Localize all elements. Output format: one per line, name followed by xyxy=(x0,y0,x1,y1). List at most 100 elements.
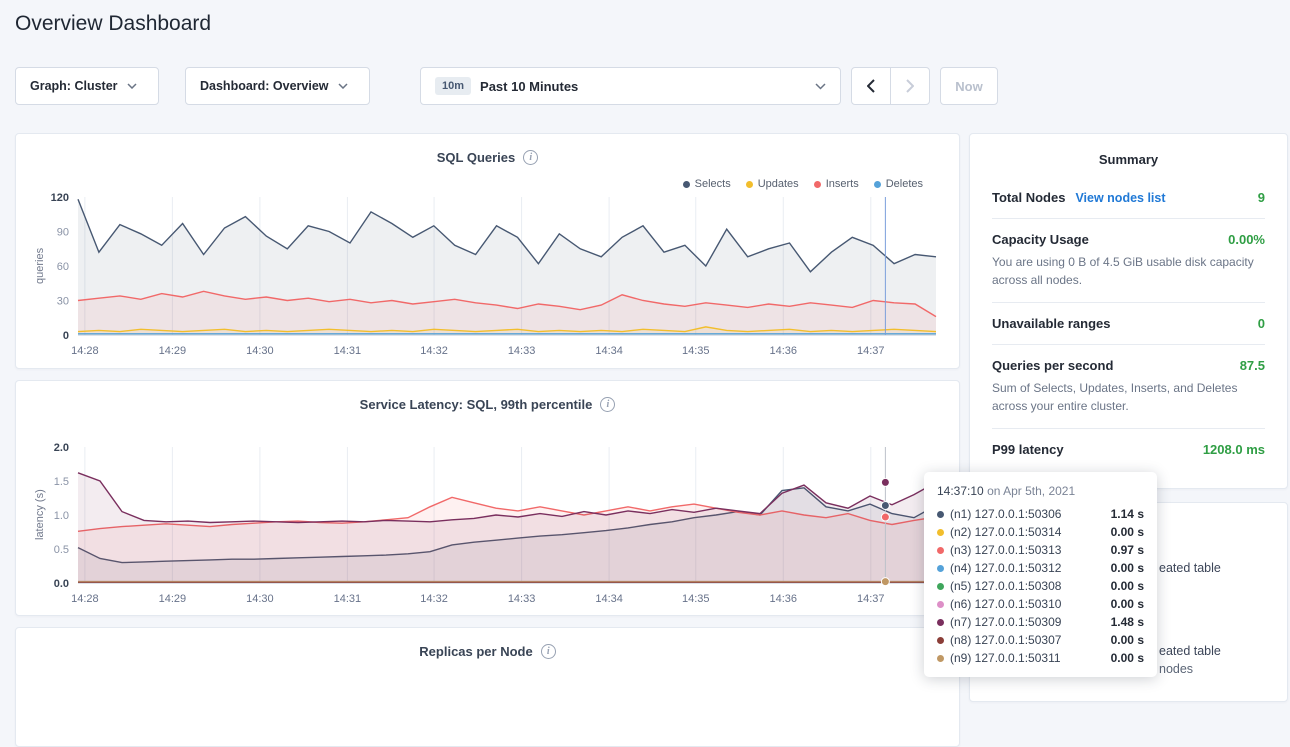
x-tick-label: 14:28 xyxy=(71,593,99,605)
service-latency-plot[interactable]: 14:2814:2914:3014:3114:3214:3314:3414:35… xyxy=(26,441,946,616)
y-tick-label: 60 xyxy=(57,261,69,273)
x-tick-label: 14:29 xyxy=(159,345,187,357)
tooltip-node-value: 0.00 s xyxy=(1111,579,1144,593)
summary-value: 0 xyxy=(1258,316,1265,331)
info-icon[interactable]: i xyxy=(541,644,556,659)
x-tick-label: 14:28 xyxy=(71,345,99,357)
legend-item[interactable]: Inserts xyxy=(814,178,859,190)
x-tick-label: 14:35 xyxy=(682,345,710,357)
dashboard-dropdown-label: Dashboard: Overview xyxy=(200,79,329,93)
event-item-text[interactable]: eated table xyxy=(1159,644,1221,658)
node-color-dot xyxy=(937,565,944,572)
summary-description: Sum of Selects, Updates, Inserts, and De… xyxy=(992,379,1265,415)
tooltip-node-value: 0.00 s xyxy=(1111,597,1144,611)
y-tick-label: 0.0 xyxy=(54,578,69,590)
legend-item[interactable]: Updates xyxy=(746,178,799,190)
tooltip-node-name: (n1) 127.0.0.1:50306 xyxy=(950,507,1061,521)
replicas-chart-card: Replicas per Node i xyxy=(15,627,960,747)
legend-label: Deletes xyxy=(886,178,923,190)
x-tick-label: 14:31 xyxy=(334,593,362,605)
prev-range-button[interactable] xyxy=(851,67,891,105)
summary-value: 1208.0 ms xyxy=(1203,442,1265,457)
y-tick-label: 0 xyxy=(63,330,69,342)
now-button[interactable]: Now xyxy=(940,67,998,105)
legend-label: Inserts xyxy=(826,178,859,190)
tooltip-row: (n3) 127.0.0.1:50313 0.97 s xyxy=(937,541,1144,559)
tooltip-node-value: 0.00 s xyxy=(1111,651,1144,665)
chart-hover-tooltip: 14:37:10 on Apr 5th, 2021 (n1) 127.0.0.1… xyxy=(924,472,1157,677)
tooltip-node-name: (n9) 127.0.0.1:50311 xyxy=(950,651,1061,665)
hover-marker xyxy=(881,578,889,586)
tooltip-node-value: 0.00 s xyxy=(1111,561,1144,575)
summary-row-total-nodes: Total Nodes View nodes list 9 xyxy=(992,177,1265,218)
y-tick-label: 1.0 xyxy=(54,510,69,522)
chevron-down-icon xyxy=(127,83,137,89)
x-tick-label: 14:32 xyxy=(420,345,448,357)
tooltip-row: (n6) 127.0.0.1:50310 0.00 s xyxy=(937,595,1144,613)
page-title: Overview Dashboard xyxy=(15,12,211,36)
graph-dropdown[interactable]: Graph: Cluster xyxy=(15,67,159,105)
tooltip-row: (n8) 127.0.0.1:503070.00 s xyxy=(937,631,1144,649)
info-icon[interactable]: i xyxy=(523,150,538,165)
sql-queries-chart-card: SQL Queries i Selects Updates Inserts Delet… xyxy=(15,133,960,369)
y-tick-label: 90 xyxy=(57,227,69,239)
tooltip-node-value: 1.48 s xyxy=(1111,615,1144,629)
summary-value: 87.5 xyxy=(1240,358,1265,373)
y-tick-label: 2.0 xyxy=(54,442,69,454)
x-tick-label: 14:31 xyxy=(334,345,362,357)
chevron-down-icon xyxy=(338,83,348,89)
hover-marker xyxy=(881,513,889,521)
event-item-text[interactable]: eated table xyxy=(1159,561,1221,575)
y-tick-label: 120 xyxy=(51,192,69,204)
tooltip-row: (n7) 127.0.0.1:503091.48 s xyxy=(937,613,1144,631)
time-range-badge: 10m xyxy=(435,77,471,95)
chart-title: SQL Queries xyxy=(437,150,516,165)
legend-item[interactable]: Deletes xyxy=(874,178,923,190)
legend-item[interactable]: Selects xyxy=(683,178,731,190)
x-tick-label: 14:34 xyxy=(595,593,623,605)
x-tick-label: 14:30 xyxy=(246,345,274,357)
sql-queries-plot[interactable]: 14:2814:2914:3014:3114:3214:3314:3414:35… xyxy=(26,191,946,368)
summary-row-unavailable-ranges: Unavailable ranges 0 xyxy=(992,302,1265,344)
legend-dot xyxy=(746,181,753,188)
tooltip-node-name: (n6) 127.0.0.1:50310 xyxy=(950,597,1061,611)
tooltip-timestamp: 14:37:10 on Apr 5th, 2021 xyxy=(937,484,1144,498)
next-range-button[interactable] xyxy=(890,67,930,105)
tooltip-rows: (n1) 127.0.0.1:503061.14 s(n2) 127.0.0.1… xyxy=(937,505,1144,667)
summary-label: Unavailable ranges xyxy=(992,316,1111,331)
node-color-dot xyxy=(937,619,944,626)
y-tick-label: 30 xyxy=(57,296,69,308)
tooltip-row: (n5) 127.0.0.1:503080.00 s xyxy=(937,577,1144,595)
summary-label: Capacity Usage xyxy=(992,232,1089,247)
chevron-down-icon xyxy=(815,83,826,90)
dashboard-dropdown[interactable]: Dashboard: Overview xyxy=(185,67,370,105)
view-nodes-list-link[interactable]: View nodes list xyxy=(1075,191,1165,205)
legend-dot xyxy=(874,181,881,188)
x-tick-label: 14:29 xyxy=(159,593,187,605)
chart-title: Replicas per Node xyxy=(419,644,532,659)
y-tick-label: 1.5 xyxy=(54,476,69,488)
tooltip-row: (n9) 127.0.0.1:50311 0.00 s xyxy=(937,649,1144,667)
node-color-dot xyxy=(937,637,944,644)
x-tick-label: 14:37 xyxy=(857,345,885,357)
time-range-picker[interactable]: 10m Past 10 Minutes xyxy=(420,67,841,105)
y-tick-label: 0.5 xyxy=(54,544,69,556)
legend-label: Updates xyxy=(758,178,799,190)
summary-value: 9 xyxy=(1258,190,1265,205)
x-tick-label: 14:35 xyxy=(682,593,710,605)
time-range-label: Past 10 Minutes xyxy=(480,79,578,94)
tooltip-node-name: (n4) 127.0.0.1:50312 xyxy=(950,561,1061,575)
tooltip-node-value: 0.97 s xyxy=(1111,543,1144,557)
tooltip-node-value: 0.00 s xyxy=(1111,525,1144,539)
x-tick-label: 14:34 xyxy=(595,345,623,357)
hover-marker xyxy=(881,501,889,509)
tooltip-node-name: (n3) 127.0.0.1:50313 xyxy=(950,543,1061,557)
x-tick-label: 14:36 xyxy=(770,345,798,357)
hover-marker xyxy=(881,478,889,486)
tooltip-node-value: 1.14 s xyxy=(1111,507,1144,521)
info-icon[interactable]: i xyxy=(600,397,615,412)
sql-chart-legend: Selects Updates Inserts Deletes xyxy=(683,178,923,190)
tooltip-node-name: (n8) 127.0.0.1:50307 xyxy=(950,633,1061,647)
chevron-right-icon xyxy=(906,79,914,93)
node-color-dot xyxy=(937,601,944,608)
